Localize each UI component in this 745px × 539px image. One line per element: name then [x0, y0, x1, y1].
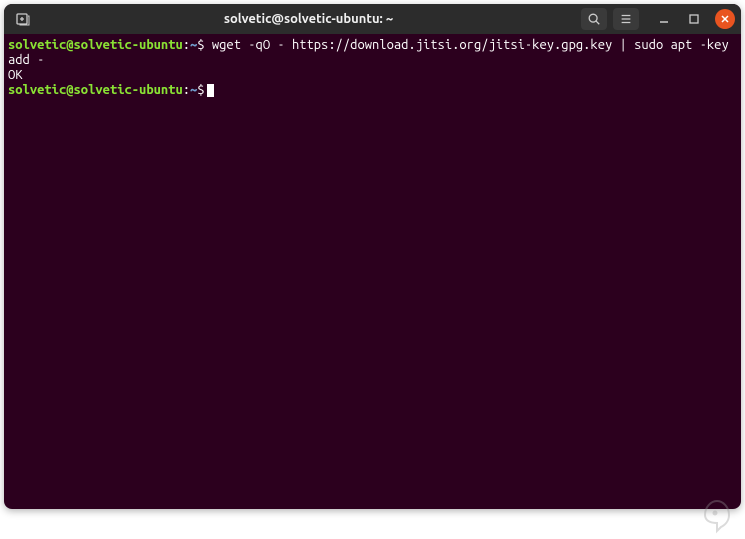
terminal-window: solvetic@solvetic-ubuntu: ~	[4, 4, 741, 509]
maximize-icon	[688, 13, 700, 25]
close-button[interactable]	[715, 9, 735, 29]
window-controls	[655, 9, 735, 29]
search-icon	[587, 12, 601, 26]
prompt-line-2: solvetic@solvetic-ubuntu:~$	[8, 83, 214, 97]
output-line: OK	[8, 68, 23, 82]
maximize-button[interactable]	[685, 10, 703, 28]
watermark-icon	[697, 495, 737, 535]
window-title: solvetic@solvetic-ubuntu: ~	[42, 12, 575, 26]
titlebar-right-controls	[581, 8, 735, 30]
prompt-separator: :	[183, 83, 190, 97]
titlebar: solvetic@solvetic-ubuntu: ~	[4, 4, 741, 34]
new-tab-icon	[15, 11, 31, 27]
prompt-user: solvetic@solvetic-ubuntu	[8, 38, 183, 52]
minimize-button[interactable]	[655, 10, 673, 28]
prompt-dollar: $	[197, 83, 204, 97]
prompt-line-1: solvetic@solvetic-ubuntu:~$ wget -qO - h…	[8, 38, 736, 67]
prompt-user: solvetic@solvetic-ubuntu	[8, 83, 183, 97]
prompt-dollar: $	[197, 38, 204, 52]
minimize-icon	[658, 13, 670, 25]
terminal-content[interactable]: solvetic@solvetic-ubuntu:~$ wget -qO - h…	[4, 34, 741, 509]
close-icon	[720, 14, 730, 24]
prompt-separator: :	[183, 38, 190, 52]
search-button[interactable]	[581, 8, 607, 30]
hamburger-icon	[619, 12, 633, 26]
menu-button[interactable]	[613, 8, 639, 30]
cursor	[207, 84, 214, 97]
new-tab-button[interactable]	[10, 8, 36, 30]
titlebar-left-controls	[10, 8, 36, 30]
